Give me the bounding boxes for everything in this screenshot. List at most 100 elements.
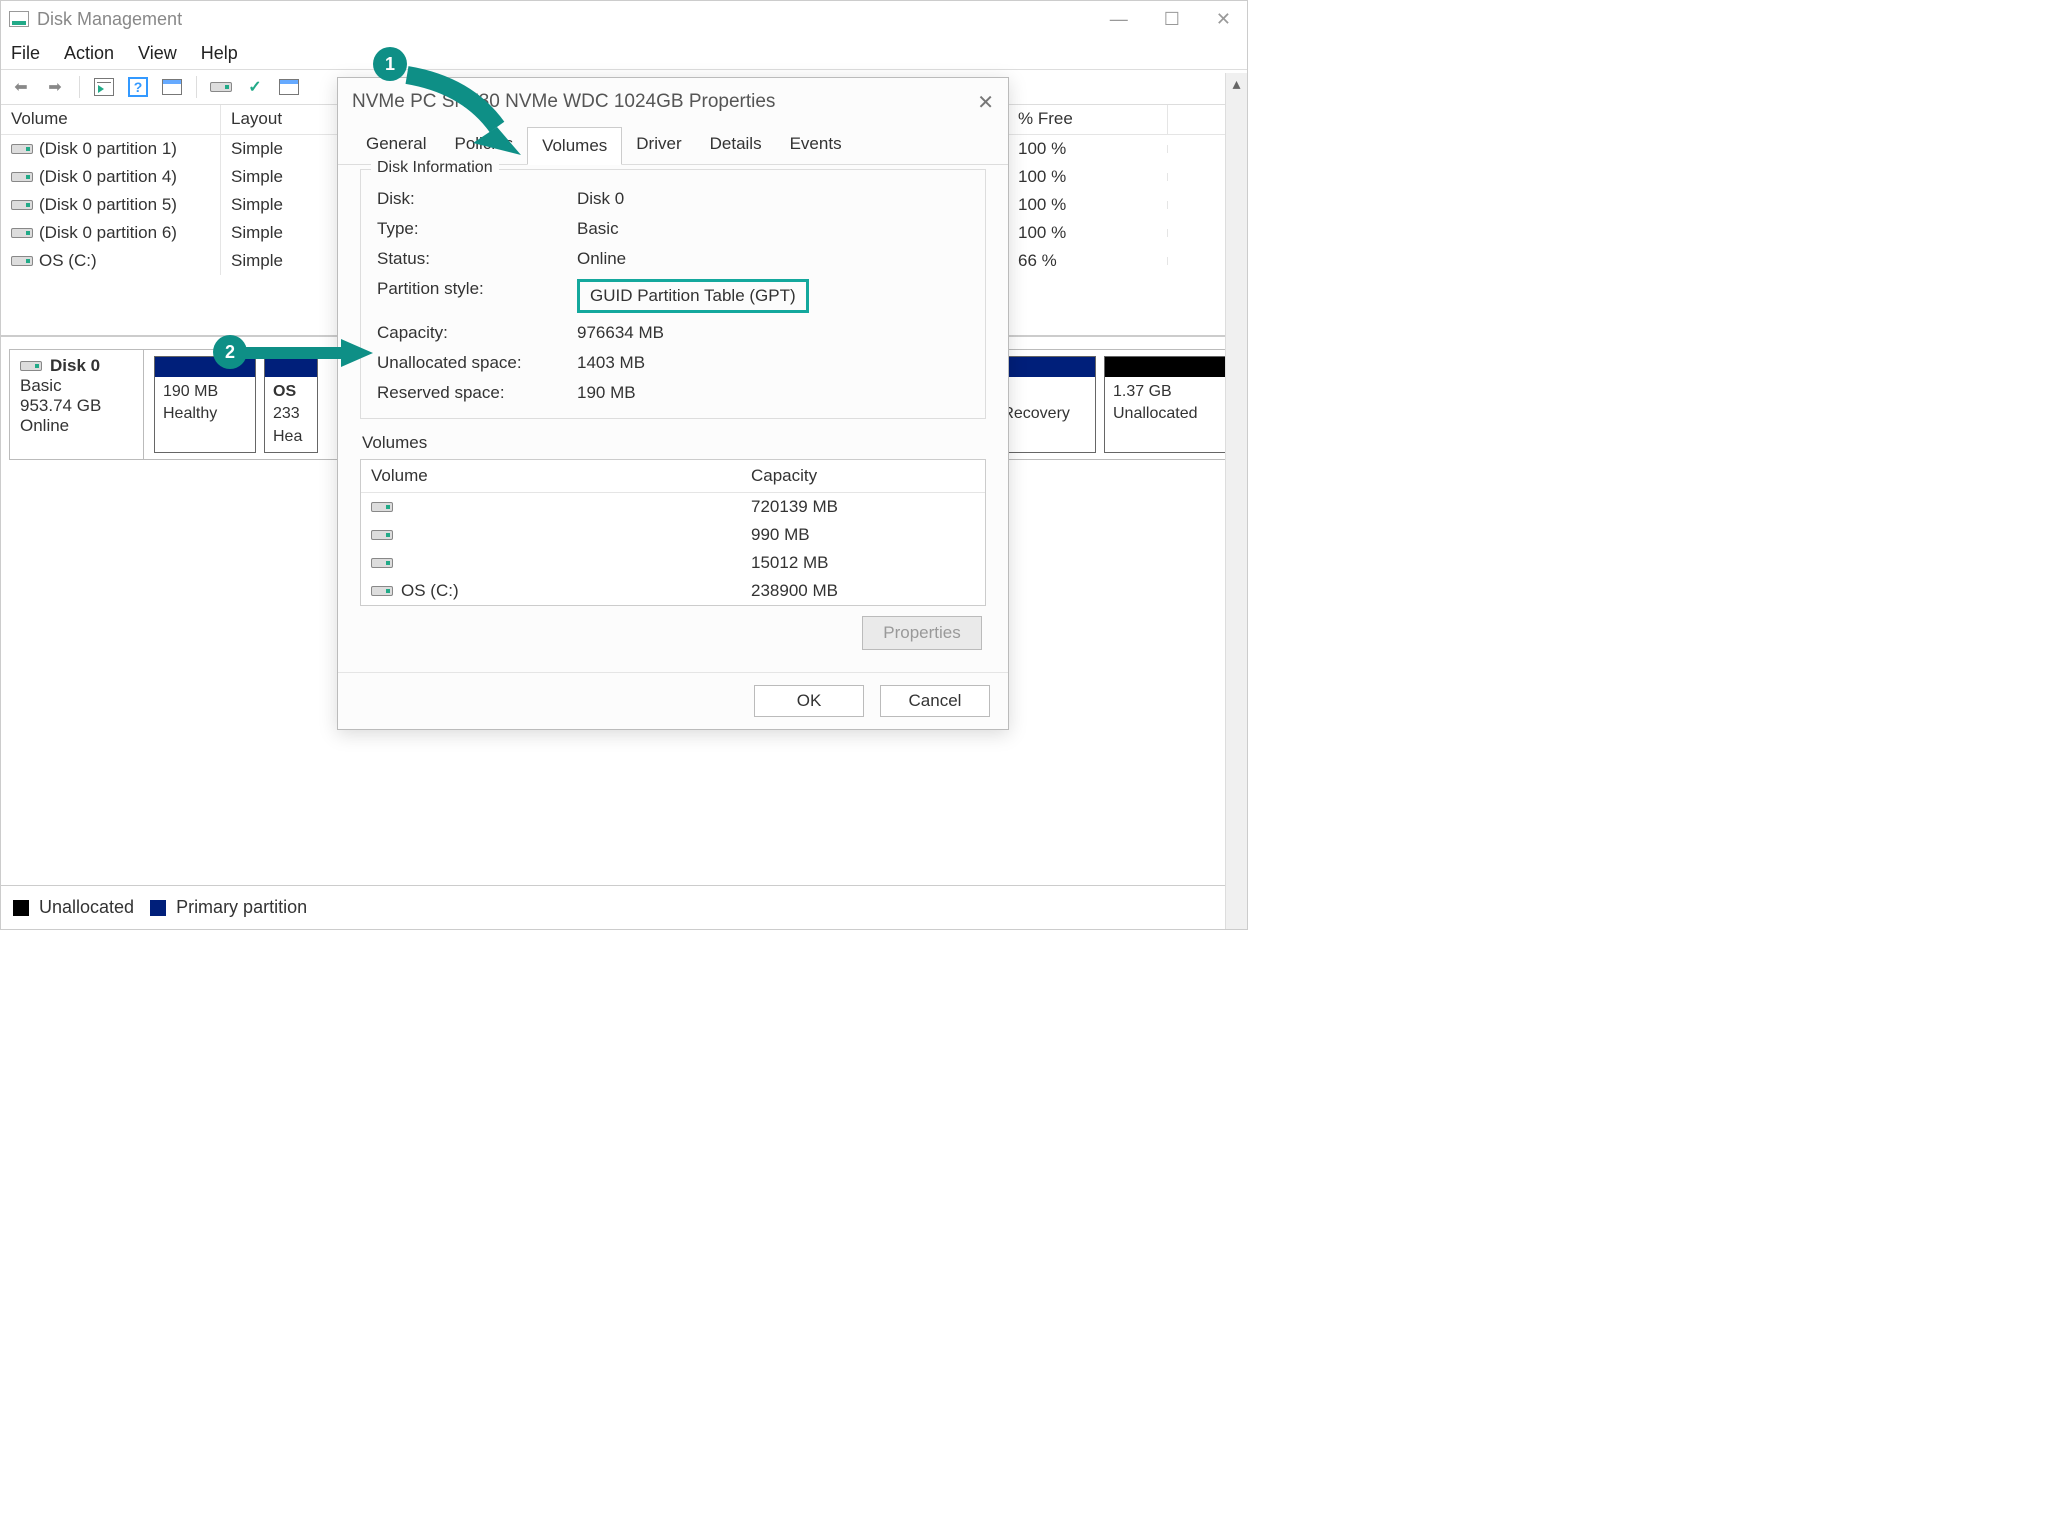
list-toggle-icon[interactable]: [277, 75, 301, 99]
label-capacity: Capacity:: [377, 323, 577, 343]
ok-button[interactable]: OK: [754, 685, 864, 717]
partition-unallocated[interactable]: 1.37 GBUnallocated: [1104, 356, 1234, 453]
disk-type: Basic: [20, 376, 133, 396]
tab-volumes[interactable]: Volumes: [527, 127, 622, 165]
drive-icon: [11, 228, 33, 238]
drive-icon: [371, 502, 393, 512]
menu-view[interactable]: View: [138, 43, 177, 64]
label-type: Type:: [377, 219, 577, 239]
volume-free: 100 %: [1007, 191, 1167, 219]
vlist-row[interactable]: 15012 MB: [361, 549, 985, 577]
callout-2: 2: [213, 335, 247, 369]
label-partition-style: Partition style:: [377, 279, 577, 313]
volume-layout: Simple: [221, 247, 341, 275]
dialog-body: Disk Information Disk:Disk 0 Type:Basic …: [338, 165, 1008, 672]
tab-events[interactable]: Events: [776, 126, 856, 164]
partition-block[interactable]: 190 MBHealthy: [154, 356, 256, 453]
drive-icon: [371, 530, 393, 540]
volume-name: (Disk 0 partition 6): [39, 223, 177, 243]
vertical-scrollbar[interactable]: ▴: [1225, 73, 1247, 929]
window-title: Disk Management: [37, 9, 182, 30]
dialog-close-icon[interactable]: ✕: [977, 90, 994, 115]
vlist-row[interactable]: 720139 MB: [361, 493, 985, 521]
col-volume[interactable]: Volume: [1, 105, 221, 134]
legend-bar: Unallocated Primary partition: [1, 885, 1247, 929]
maximize-button[interactable]: ☐: [1164, 9, 1180, 30]
volume-layout: Simple: [221, 163, 341, 191]
toolbar-separator: [79, 76, 80, 98]
vlist-capacity: 15012 MB: [751, 553, 829, 573]
drive-icon: [371, 586, 393, 596]
value-disk: Disk 0: [577, 189, 969, 209]
arrow-2-icon: [245, 335, 375, 371]
disk-icon: [20, 361, 42, 371]
disk-name: Disk 0: [50, 356, 100, 376]
show-hide-tree-icon[interactable]: [92, 75, 116, 99]
disk-size: 953.74 GB: [20, 396, 133, 416]
volume-layout: Simple: [221, 191, 341, 219]
back-icon[interactable]: [9, 75, 33, 99]
properties-button[interactable]: Properties: [862, 616, 982, 650]
drive-icon: [11, 172, 33, 182]
volume-name: OS (C:): [39, 251, 97, 271]
rescan-icon[interactable]: [243, 75, 267, 99]
refresh-icon[interactable]: [209, 75, 233, 99]
disk-info[interactable]: Disk 0 Basic 953.74 GB Online: [10, 350, 144, 459]
volume-free: 66 %: [1007, 247, 1167, 275]
col-layout[interactable]: Layout: [221, 105, 341, 134]
menu-file[interactable]: File: [11, 43, 40, 64]
dialog-buttons: OK Cancel: [338, 672, 1008, 729]
legend-swatch-primary: [150, 900, 166, 916]
tab-driver[interactable]: Driver: [622, 126, 695, 164]
label-status: Status:: [377, 249, 577, 269]
titlebar: Disk Management — ☐ ✕: [1, 1, 1247, 37]
value-reserved: 190 MB: [577, 383, 969, 403]
label-unallocated: Unallocated space:: [377, 353, 577, 373]
volumes-sublabel: Volumes: [362, 433, 986, 453]
panel-toggle-icon[interactable]: [160, 75, 184, 99]
vlist-capacity: 720139 MB: [751, 497, 838, 517]
forward-icon[interactable]: [43, 75, 67, 99]
col-free[interactable]: % Free: [1007, 105, 1167, 134]
drive-icon: [11, 256, 33, 266]
cancel-button[interactable]: Cancel: [880, 685, 990, 717]
value-status: Online: [577, 249, 969, 269]
tab-details[interactable]: Details: [696, 126, 776, 164]
vlist-row[interactable]: OS (C:) 238900 MB: [361, 577, 985, 605]
arrow-1-icon: [397, 65, 537, 165]
vlist-header-volume[interactable]: Volume: [371, 466, 751, 486]
volume-name: (Disk 0 partition 4): [39, 167, 177, 187]
disk-properties-dialog: NVMe PC SN730 NVMe WDC 1024GB Properties…: [337, 77, 1009, 730]
volume-layout: Simple: [221, 135, 341, 163]
label-reserved: Reserved space:: [377, 383, 577, 403]
disk-management-window: Disk Management — ☐ ✕ File Action View H…: [0, 0, 1248, 930]
vlist-row[interactable]: 990 MB: [361, 521, 985, 549]
toolbar-separator: [196, 76, 197, 98]
legend-label-unallocated: Unallocated: [39, 897, 134, 918]
value-unallocated: 1403 MB: [577, 353, 969, 373]
vlist-capacity: 238900 MB: [751, 581, 838, 601]
menu-help[interactable]: Help: [201, 43, 238, 64]
volume-free: 100 %: [1007, 135, 1167, 163]
close-button[interactable]: ✕: [1216, 9, 1231, 30]
volume-name: (Disk 0 partition 1): [39, 139, 177, 159]
menubar: File Action View Help: [1, 37, 1247, 69]
minimize-button[interactable]: —: [1110, 9, 1128, 30]
menu-action[interactable]: Action: [64, 43, 114, 64]
disk-information-group: Disk Information Disk:Disk 0 Type:Basic …: [360, 169, 986, 419]
disk-management-icon: [9, 11, 29, 27]
drive-icon: [371, 558, 393, 568]
vlist-header-capacity[interactable]: Capacity: [751, 466, 817, 486]
volume-free: 100 %: [1007, 163, 1167, 191]
vlist-name: OS (C:): [401, 581, 459, 601]
help-icon[interactable]: ?: [126, 75, 150, 99]
vlist-capacity: 990 MB: [751, 525, 810, 545]
drive-icon: [11, 144, 33, 154]
value-capacity: 976634 MB: [577, 323, 969, 343]
volumes-listbox[interactable]: Volume Capacity 720139 MB 990 MB 15012 MB O…: [360, 459, 986, 606]
value-type: Basic: [577, 219, 969, 239]
legend-swatch-unallocated: [13, 900, 29, 916]
scroll-up-arrow-icon[interactable]: ▴: [1226, 73, 1247, 95]
volume-free: 100 %: [1007, 219, 1167, 247]
label-disk: Disk:: [377, 189, 577, 209]
